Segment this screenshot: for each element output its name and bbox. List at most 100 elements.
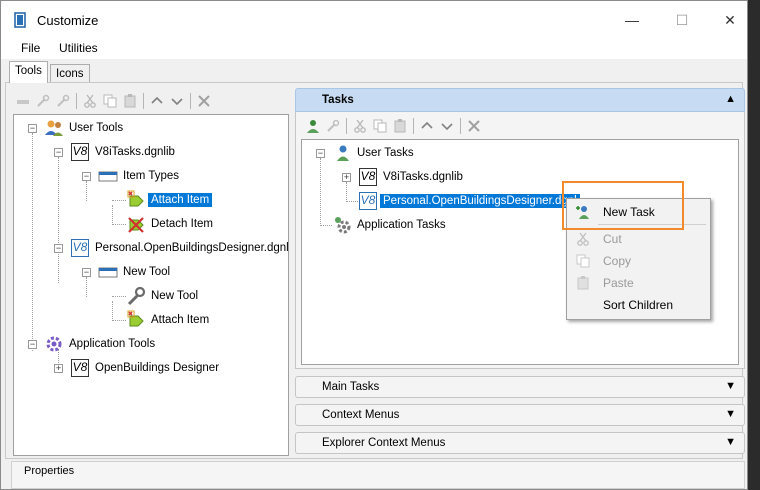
close-button[interactable]: ✕ xyxy=(707,1,753,39)
tree-item-user-tasks[interactable]: User Tasks xyxy=(332,143,417,163)
tree-item-app-tasks[interactable]: Application Tasks xyxy=(332,215,449,235)
minimize-button[interactable]: — xyxy=(609,1,655,39)
tree-item-label: User Tasks xyxy=(357,147,414,159)
title-bar[interactable]: Customize — ☐ ✕ xyxy=(1,1,747,39)
toolbox-icon xyxy=(98,166,118,186)
tree-item-attach-item[interactable]: Attach Item xyxy=(126,190,213,210)
section-explorer-context-menus[interactable]: Explorer Context Menus ▼ xyxy=(295,432,745,454)
expander-openbuildings[interactable]: + xyxy=(54,364,63,373)
tree-line xyxy=(320,158,321,226)
new-tool-task-button[interactable] xyxy=(323,116,343,136)
toolbar-separator xyxy=(143,93,144,109)
tab-icons[interactable]: Icons xyxy=(50,64,90,83)
tasks-section-header[interactable]: Tasks ▲ xyxy=(295,88,745,112)
paste-icon xyxy=(394,119,406,133)
tab-strip: Tools Icons xyxy=(1,61,747,83)
tree-item-user-tools[interactable]: User Tools xyxy=(44,118,126,138)
chevron-down-icon[interactable]: ▼ xyxy=(725,380,736,392)
delete-button[interactable] xyxy=(194,91,214,111)
wrench-plus-icon xyxy=(57,94,70,107)
expander-item-types[interactable]: − xyxy=(82,172,91,181)
task-move-up-button[interactable] xyxy=(417,116,437,136)
tools-tree[interactable]: − User Tools − V8 V8iTasks.dgnlib − Item… xyxy=(13,114,289,456)
menu-item-paste[interactable]: Paste xyxy=(568,272,709,294)
expander-app-tools[interactable]: − xyxy=(28,340,37,349)
expander-user-tasks[interactable]: − xyxy=(316,149,325,158)
delete-icon xyxy=(198,95,210,107)
section-main-tasks[interactable]: Main Tasks ▼ xyxy=(295,376,745,398)
new-task-icon xyxy=(307,120,319,133)
tree-line xyxy=(86,277,87,297)
tree-item-personal-lib[interactable]: V8 Personal.OpenBuildingsDesigner.dgnlib xyxy=(70,238,288,258)
toolbar-separator xyxy=(76,93,77,109)
tree-item-label: V8iTasks.dgnlib xyxy=(383,171,463,183)
move-up-button[interactable] xyxy=(147,91,167,111)
menu-item-label: Paste xyxy=(603,276,634,290)
chevron-down-icon xyxy=(441,123,453,131)
tree-item-task-personal-lib[interactable]: V8 Personal.OpenBuildingsDesigner.dgnl xyxy=(358,191,580,211)
maximize-button[interactable]: ☐ xyxy=(659,1,705,39)
menu-item-new-task[interactable]: New Task xyxy=(568,201,709,223)
delete-icon xyxy=(468,120,480,132)
expander-v8i-tasks[interactable]: − xyxy=(54,148,63,157)
task-delete-button[interactable] xyxy=(464,116,484,136)
paste-button[interactable] xyxy=(120,91,140,111)
tree-item-task-v8i[interactable]: V8 V8iTasks.dgnlib xyxy=(358,167,466,187)
tree-line xyxy=(112,301,113,321)
tree-item-item-types[interactable]: Item Types xyxy=(98,166,182,186)
tree-item-v8i-tasks[interactable]: V8 V8iTasks.dgnlib xyxy=(70,142,178,162)
wrench-icon xyxy=(37,94,50,107)
attach-item-icon xyxy=(126,310,146,330)
copy-icon xyxy=(568,253,598,269)
cut-button[interactable] xyxy=(80,91,100,111)
task-copy-button[interactable] xyxy=(370,116,390,136)
tab-tools[interactable]: Tools xyxy=(9,61,48,83)
tree-item-new-tool-group[interactable]: New Tool xyxy=(98,262,173,282)
tree-item-app-tools[interactable]: Application Tools xyxy=(44,334,158,354)
context-menu: New Task Cut Copy Paste Sort Children xyxy=(566,198,711,320)
new-task-button[interactable] xyxy=(303,116,323,136)
chevron-down-icon[interactable]: ▼ xyxy=(725,436,736,448)
expander-user-tools[interactable]: − xyxy=(28,124,37,133)
section-title: Main Tasks xyxy=(322,381,380,393)
expander-new-tool-group[interactable]: − xyxy=(82,268,91,277)
expander-task-v8i[interactable]: + xyxy=(342,173,351,182)
tree-item-label: V8iTasks.dgnlib xyxy=(95,146,175,158)
gear-icon xyxy=(44,334,64,354)
customize-app-icon xyxy=(14,12,26,28)
expander-personal-lib[interactable]: − xyxy=(54,244,63,253)
new-tool-button[interactable] xyxy=(13,91,33,111)
toolbar-separator xyxy=(460,118,461,134)
gear-icon xyxy=(332,215,352,235)
scissors-icon xyxy=(568,231,598,247)
new-item-button[interactable] xyxy=(33,91,53,111)
menu-file[interactable]: File xyxy=(21,41,40,55)
menu-item-copy[interactable]: Copy xyxy=(568,250,709,272)
v8-library-icon: V8 xyxy=(358,191,378,211)
toolbox-icon xyxy=(98,262,118,282)
menu-separator xyxy=(598,224,706,225)
tab-icons-label: Icons xyxy=(56,68,84,80)
tree-item-detach-item[interactable]: Detach Item xyxy=(126,214,216,234)
task-paste-button[interactable] xyxy=(390,116,410,136)
task-move-down-button[interactable] xyxy=(437,116,457,136)
move-down-button[interactable] xyxy=(167,91,187,111)
toolbar-separator xyxy=(346,118,347,134)
menu-item-sort-children[interactable]: Sort Children xyxy=(568,294,709,316)
tree-line xyxy=(58,157,59,283)
chevron-up-icon[interactable]: ▲ xyxy=(725,93,736,105)
tree-item-new-tool[interactable]: New Tool xyxy=(126,286,201,306)
menu-item-cut[interactable]: Cut xyxy=(568,228,709,250)
task-cut-button[interactable] xyxy=(350,116,370,136)
tree-item-label: New Tool xyxy=(151,290,199,302)
menu-utilities[interactable]: Utilities xyxy=(59,41,98,55)
tree-item-attach-item-2[interactable]: Attach Item xyxy=(126,310,212,330)
section-context-menus[interactable]: Context Menus ▼ xyxy=(295,404,745,426)
detach-item-icon xyxy=(126,214,146,234)
chevron-down-icon[interactable]: ▼ xyxy=(725,408,736,420)
tree-item-label: New Tool xyxy=(123,266,171,278)
new-tool-item-button[interactable] xyxy=(53,91,73,111)
copy-button[interactable] xyxy=(100,91,120,111)
left-toolbar xyxy=(13,91,214,111)
tree-item-openbuildings[interactable]: V8 OpenBuildings Designer xyxy=(70,358,222,378)
